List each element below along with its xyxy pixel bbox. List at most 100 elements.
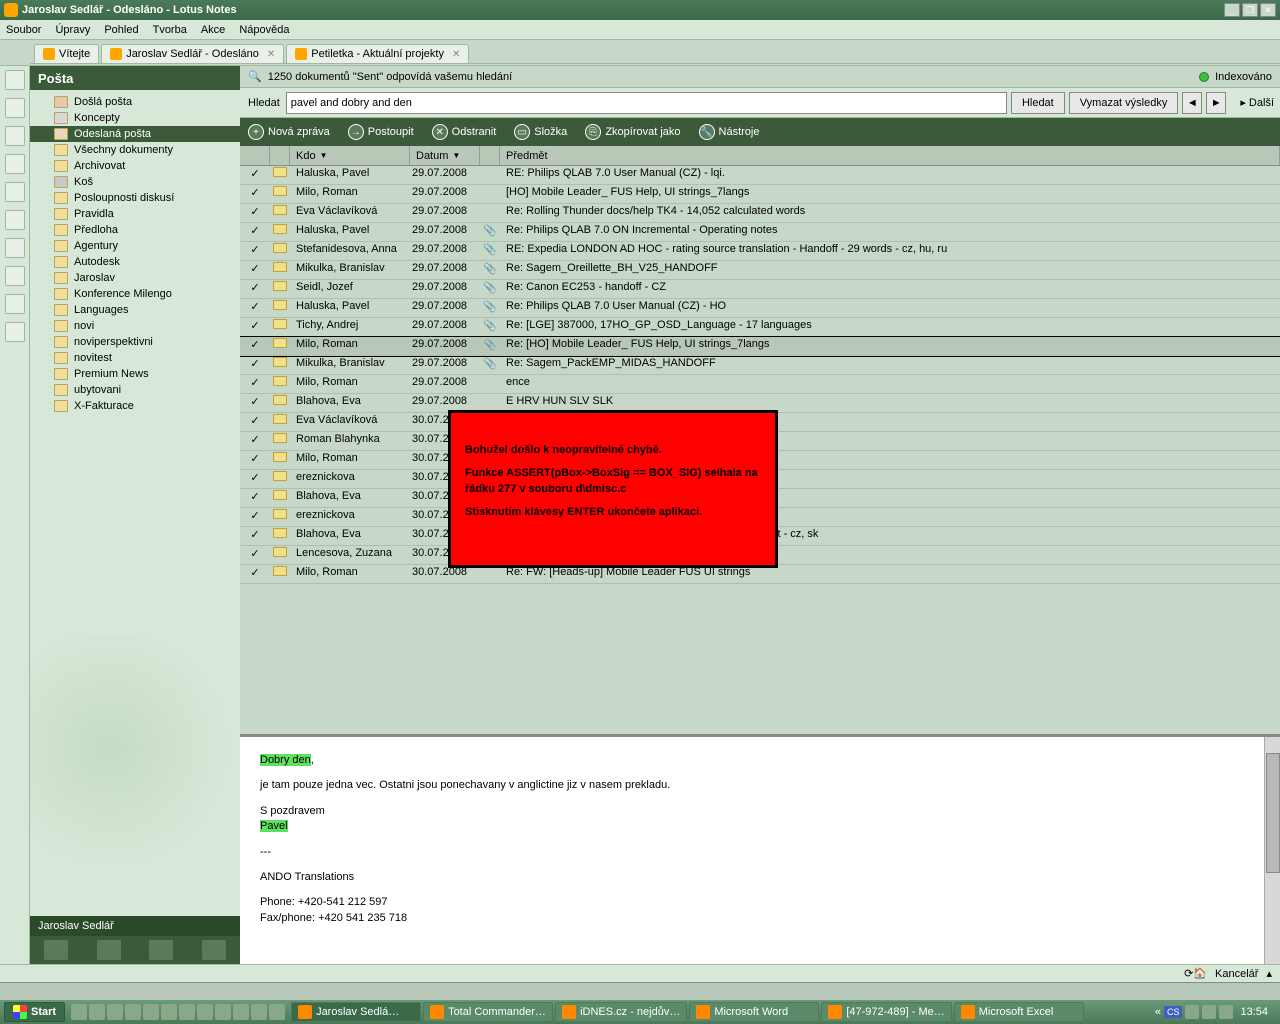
- close-icon[interactable]: ✕: [267, 49, 275, 60]
- message-row[interactable]: ✓Mikulka, Branislav29.07.2008📎Re: Sagem_…: [240, 356, 1280, 375]
- message-row[interactable]: ✓Mikulka, Branislav29.07.2008📎Re: Sagem_…: [240, 261, 1280, 280]
- message-row[interactable]: ✓Seidl, Jozef29.07.2008📎Re: Canon EC253 …: [240, 280, 1280, 299]
- ql-icon[interactable]: [197, 1004, 213, 1020]
- tool7-icon[interactable]: [5, 238, 25, 258]
- sidebar-item[interactable]: Koncepty: [30, 110, 240, 126]
- message-row[interactable]: ✓Milo, Roman29.07.2008[HO] Mobile Leader…: [240, 185, 1280, 204]
- sidebar-item[interactable]: Odeslaná pošta: [30, 126, 240, 142]
- restore-button[interactable]: ❐: [1242, 3, 1258, 17]
- sidebar-item[interactable]: Došlá pošta: [30, 94, 240, 110]
- status-dropdown-icon[interactable]: ▴: [1266, 967, 1272, 980]
- message-row[interactable]: ✓Milo, Roman29.07.2008📎Re: [HO] Mobile L…: [240, 337, 1280, 356]
- sidebar-item[interactable]: Autodesk: [30, 254, 240, 270]
- taskbar-item[interactable]: Jaroslav Sedlá…: [291, 1002, 421, 1022]
- sidebar-item[interactable]: X-Fakturace: [30, 398, 240, 414]
- new-message-button[interactable]: +Nová zpráva: [248, 124, 330, 140]
- more-link[interactable]: ▸ Další: [1240, 96, 1274, 109]
- delete-button[interactable]: ✕Odstranit: [432, 124, 497, 140]
- search-button[interactable]: Hledat: [1011, 92, 1065, 114]
- tray-icon[interactable]: [1202, 1005, 1216, 1019]
- sidebar-item[interactable]: Posloupnosti diskusí: [30, 190, 240, 206]
- tools-button[interactable]: 🔧Nástroje: [699, 124, 760, 140]
- menu-akce[interactable]: Akce: [201, 24, 225, 36]
- tool10-icon[interactable]: [5, 322, 25, 342]
- search-input[interactable]: [286, 92, 1007, 114]
- taskbar-item[interactable]: Microsoft Excel: [954, 1002, 1084, 1022]
- folder-button[interactable]: ▭Složka: [514, 124, 567, 140]
- contacts-icon[interactable]: [149, 940, 173, 960]
- scrollbar[interactable]: [1264, 737, 1280, 964]
- close-icon[interactable]: ✕: [452, 49, 460, 60]
- message-row[interactable]: ✓Stefanidesova, Anna29.07.2008📎RE: Exped…: [240, 242, 1280, 261]
- sidebar-item[interactable]: novitest: [30, 350, 240, 366]
- col-who[interactable]: Kdo▼: [290, 146, 410, 165]
- close-button[interactable]: ✕: [1260, 3, 1276, 17]
- sidebar-item[interactable]: Všechny dokumenty: [30, 142, 240, 158]
- tool4-icon[interactable]: [5, 154, 25, 174]
- copy-as-button[interactable]: ⎘Zkopírovat jako: [585, 124, 680, 140]
- ql-icon[interactable]: [251, 1004, 267, 1020]
- sidebar-item[interactable]: Pravidla: [30, 206, 240, 222]
- next-result-button[interactable]: ►: [1206, 92, 1226, 114]
- menu-napoveda[interactable]: Nápověda: [239, 24, 289, 36]
- tray-expand-icon[interactable]: «: [1155, 1006, 1161, 1018]
- start-button[interactable]: Start: [4, 1002, 65, 1022]
- tool9-icon[interactable]: [5, 294, 25, 314]
- forward-button[interactable]: →Postoupit: [348, 124, 414, 140]
- clear-results-button[interactable]: Vymazat výsledky: [1069, 92, 1179, 114]
- sidebar-item[interactable]: Jaroslav: [30, 270, 240, 286]
- ql-icon[interactable]: [89, 1004, 105, 1020]
- tray-icon[interactable]: [1219, 1005, 1233, 1019]
- database-icon[interactable]: [5, 98, 25, 118]
- message-row[interactable]: ✓Haluska, Pavel29.07.2008📎Re: Philips QL…: [240, 299, 1280, 318]
- taskbar-item[interactable]: [47-972-489] - Me…: [821, 1002, 951, 1022]
- ql-icon[interactable]: [179, 1004, 195, 1020]
- ql-icon[interactable]: [215, 1004, 231, 1020]
- tab-projects[interactable]: Petiletka - Aktuální projekty✕: [286, 44, 469, 63]
- tab-sent[interactable]: Jaroslav Sedlář - Odesláno✕: [101, 44, 284, 63]
- sidebar-item[interactable]: Premium News: [30, 366, 240, 382]
- sidebar-item[interactable]: Koš: [30, 174, 240, 190]
- sidebar-item[interactable]: Předloha: [30, 222, 240, 238]
- todo-icon[interactable]: [202, 940, 226, 960]
- sidebar-item[interactable]: Languages: [30, 302, 240, 318]
- minimize-button[interactable]: _: [1224, 3, 1240, 17]
- sidebar-item[interactable]: ubytovani: [30, 382, 240, 398]
- ql-icon[interactable]: [71, 1004, 87, 1020]
- sidebar-item[interactable]: novi: [30, 318, 240, 334]
- bookmark-icon[interactable]: [5, 70, 25, 90]
- sidebar-item[interactable]: noviperspektivni: [30, 334, 240, 350]
- taskbar-item[interactable]: Total Commander…: [423, 1002, 553, 1022]
- tab-welcome[interactable]: Vítejte: [34, 44, 99, 63]
- clock[interactable]: 13:54: [1236, 1006, 1272, 1018]
- tray-icon[interactable]: [1185, 1005, 1199, 1019]
- menu-upravy[interactable]: Úpravy: [55, 24, 90, 36]
- ql-icon[interactable]: [143, 1004, 159, 1020]
- menu-tvorba[interactable]: Tvorba: [153, 24, 187, 36]
- compose-icon[interactable]: [44, 940, 68, 960]
- ql-icon[interactable]: [233, 1004, 249, 1020]
- replicate-icon[interactable]: [5, 126, 25, 146]
- lang-indicator[interactable]: CS: [1164, 1006, 1183, 1018]
- tool6-icon[interactable]: [5, 210, 25, 230]
- sidebar-item[interactable]: Agentury: [30, 238, 240, 254]
- tool8-icon[interactable]: [5, 266, 25, 286]
- ql-icon[interactable]: [161, 1004, 177, 1020]
- message-row[interactable]: ✓Haluska, Pavel29.07.2008📎Re: Philips QL…: [240, 223, 1280, 242]
- taskbar-item[interactable]: Microsoft Word: [689, 1002, 819, 1022]
- sidebar-item[interactable]: Konference Milengo: [30, 286, 240, 302]
- col-date[interactable]: Datum▼: [410, 146, 480, 165]
- ql-icon[interactable]: [107, 1004, 123, 1020]
- tool5-icon[interactable]: [5, 182, 25, 202]
- col-subject[interactable]: Předmět: [500, 146, 1280, 165]
- message-row[interactable]: ✓Milo, Roman29.07.2008 ence: [240, 375, 1280, 394]
- ql-icon[interactable]: [125, 1004, 141, 1020]
- menu-soubor[interactable]: Soubor: [6, 24, 41, 36]
- message-row[interactable]: ✓Eva Václavíková29.07.2008Re: Rolling Th…: [240, 204, 1280, 223]
- menu-pohled[interactable]: Pohled: [104, 24, 138, 36]
- ql-icon[interactable]: [269, 1004, 285, 1020]
- message-row[interactable]: ✓Haluska, Pavel29.07.2008RE: Philips QLA…: [240, 166, 1280, 185]
- calendar-icon[interactable]: [97, 940, 121, 960]
- taskbar-item[interactable]: iDNES.cz - nejdův…: [555, 1002, 687, 1022]
- sidebar-item[interactable]: Archivovat: [30, 158, 240, 174]
